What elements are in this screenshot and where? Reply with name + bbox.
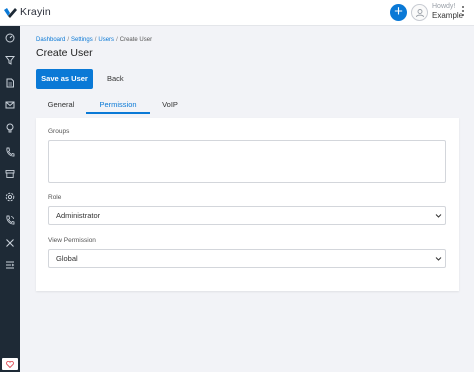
save-as-user-button[interactable]: Save as User bbox=[36, 69, 93, 89]
contacts-icon[interactable] bbox=[4, 146, 16, 158]
app-logo[interactable]: Krayin bbox=[4, 6, 51, 18]
breadcrumb-separator: / bbox=[94, 37, 97, 43]
mail-icon[interactable] bbox=[4, 99, 16, 111]
more-options-icon[interactable] bbox=[461, 6, 465, 20]
quick-add-button[interactable]: + bbox=[390, 4, 407, 21]
heart-icon bbox=[6, 360, 14, 368]
sidebar bbox=[0, 26, 20, 372]
settings-icon[interactable] bbox=[4, 191, 16, 203]
quotes-icon[interactable] bbox=[4, 77, 16, 89]
tab-general[interactable]: General bbox=[36, 99, 86, 114]
tab-voip[interactable]: VoIP bbox=[150, 99, 190, 114]
collapse-icon[interactable] bbox=[4, 259, 16, 271]
tab-permission[interactable]: Permission bbox=[86, 99, 150, 114]
view-permission-value: Global bbox=[56, 254, 78, 263]
view-permission-select[interactable]: Global bbox=[48, 249, 446, 268]
breadcrumb: Dashboard / Settings / Users / Create User bbox=[36, 37, 152, 43]
role-value: Administrator bbox=[56, 211, 101, 220]
breadcrumb-settings[interactable]: Settings bbox=[71, 37, 93, 43]
role-label: Role bbox=[48, 194, 62, 201]
avatar[interactable] bbox=[411, 4, 428, 21]
user-menu[interactable]: Howdy! Example bbox=[432, 3, 463, 20]
voip-icon[interactable] bbox=[4, 214, 16, 226]
dashboard-icon[interactable] bbox=[4, 32, 16, 44]
permission-form-card: Groups Role Administrator View Permissio… bbox=[36, 118, 459, 291]
chevron-down-icon bbox=[435, 257, 442, 261]
page-title: Create User bbox=[36, 47, 93, 59]
view-permission-label: View Permission bbox=[48, 237, 96, 244]
groups-field[interactable] bbox=[48, 140, 446, 183]
greeting-text: Howdy! bbox=[432, 3, 456, 10]
breadcrumb-dashboard[interactable]: Dashboard bbox=[36, 37, 65, 43]
products-icon[interactable] bbox=[4, 168, 16, 180]
breadcrumb-current: Create User bbox=[119, 37, 153, 43]
groups-label: Groups bbox=[48, 128, 70, 135]
breadcrumb-separator: / bbox=[67, 37, 70, 43]
role-select[interactable]: Administrator bbox=[48, 206, 446, 225]
leads-icon[interactable] bbox=[4, 54, 16, 66]
configuration-icon[interactable] bbox=[4, 237, 16, 249]
breadcrumb-separator: / bbox=[116, 37, 118, 43]
back-button[interactable]: Back bbox=[101, 69, 130, 89]
krayin-logo-icon bbox=[4, 7, 17, 18]
app-name: Krayin bbox=[20, 6, 51, 18]
breadcrumb-users[interactable]: Users bbox=[98, 37, 114, 43]
activities-icon[interactable] bbox=[4, 122, 16, 134]
footer-badge bbox=[2, 358, 18, 370]
user-icon bbox=[415, 8, 424, 17]
chevron-down-icon bbox=[435, 214, 442, 218]
user-name: Example bbox=[432, 11, 464, 20]
top-bar: Krayin + Howdy! Example bbox=[0, 0, 474, 26]
tab-bar: General Permission VoIP bbox=[36, 99, 186, 115]
